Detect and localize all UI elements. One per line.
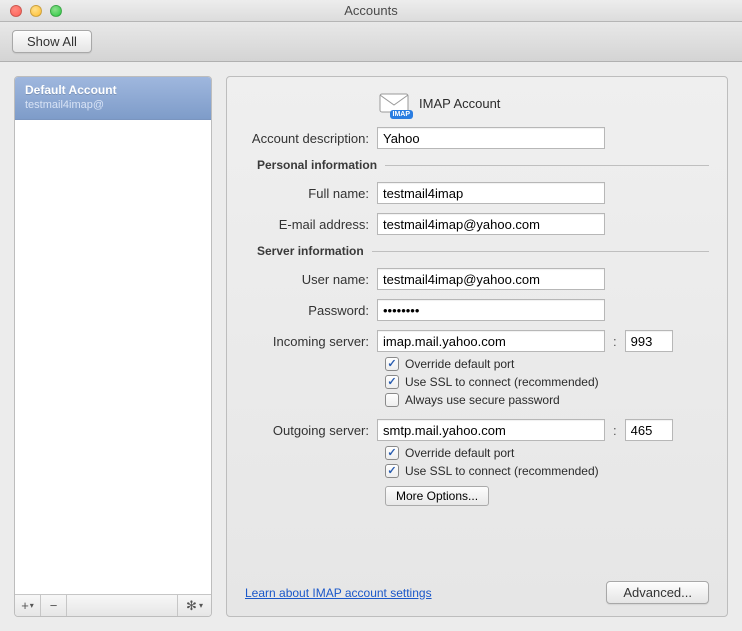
account-settings-panel: IMAP IMAP Account Account description: P…: [226, 76, 728, 617]
incoming-ssl-checkbox[interactable]: [385, 375, 399, 389]
outgoing-label: Outgoing server:: [237, 423, 377, 438]
sidebar-account-item[interactable]: Default Account testmail4imap@: [15, 77, 211, 120]
outgoing-server-input[interactable]: [377, 419, 605, 441]
window-controls: [10, 5, 62, 17]
titlebar: Accounts: [0, 0, 742, 22]
close-icon[interactable]: [10, 5, 22, 17]
divider: [372, 251, 709, 252]
email-input[interactable]: [377, 213, 605, 235]
fullname-label: Full name:: [237, 186, 377, 201]
outgoing-override-port-checkbox[interactable]: [385, 446, 399, 460]
account-subtitle: testmail4imap@: [25, 99, 201, 111]
toolbar: Show All: [0, 22, 742, 62]
account-title: Default Account: [25, 83, 201, 97]
window-title: Accounts: [0, 3, 742, 18]
password-label: Password:: [237, 303, 377, 318]
username-label: User name:: [237, 272, 377, 287]
more-options-button[interactable]: More Options...: [385, 486, 489, 506]
incoming-secure-password-checkbox[interactable]: [385, 393, 399, 407]
sidebar-empty: [15, 120, 211, 594]
description-label: Account description:: [237, 131, 377, 146]
personal-section-header: Personal information: [237, 158, 385, 172]
port-separator: :: [605, 334, 625, 349]
remove-account-button[interactable]: −: [41, 595, 67, 616]
outgoing-port-input[interactable]: [625, 419, 673, 441]
minimize-icon[interactable]: [30, 5, 42, 17]
incoming-override-port-checkbox[interactable]: [385, 357, 399, 371]
divider: [385, 165, 709, 166]
dropdown-caret-icon: ▾: [199, 601, 203, 610]
imap-envelope-icon: IMAP: [379, 91, 409, 115]
incoming-secure-password-label: Always use secure password: [405, 393, 560, 407]
dropdown-caret-icon: ▾: [30, 601, 34, 610]
account-actions-button[interactable]: ✻▾: [177, 595, 211, 616]
incoming-port-input[interactable]: [625, 330, 673, 352]
learn-imap-link[interactable]: Learn about IMAP account settings: [245, 586, 432, 600]
gear-icon: ✻: [186, 598, 197, 614]
outgoing-override-port-label: Override default port: [405, 446, 514, 460]
incoming-ssl-label: Use SSL to connect (recommended): [405, 375, 599, 389]
email-label: E-mail address:: [237, 217, 377, 232]
port-separator: :: [605, 423, 625, 438]
plus-icon: +: [21, 598, 29, 613]
show-all-button[interactable]: Show All: [12, 30, 92, 53]
zoom-icon[interactable]: [50, 5, 62, 17]
password-input[interactable]: [377, 299, 605, 321]
username-input[interactable]: [377, 268, 605, 290]
incoming-server-input[interactable]: [377, 330, 605, 352]
fullname-input[interactable]: [377, 182, 605, 204]
accounts-sidebar: Default Account testmail4imap@ +▾ − ✻▾: [14, 76, 212, 617]
panel-header: IMAP Account: [419, 96, 500, 111]
outgoing-ssl-label: Use SSL to connect (recommended): [405, 464, 599, 478]
sidebar-footer: +▾ − ✻▾: [15, 594, 211, 616]
advanced-button[interactable]: Advanced...: [606, 581, 709, 604]
incoming-override-port-label: Override default port: [405, 357, 514, 371]
description-input[interactable]: [377, 127, 605, 149]
server-section-header: Server information: [237, 244, 372, 258]
outgoing-ssl-checkbox[interactable]: [385, 464, 399, 478]
incoming-label: Incoming server:: [237, 334, 377, 349]
add-account-button[interactable]: +▾: [15, 595, 41, 616]
